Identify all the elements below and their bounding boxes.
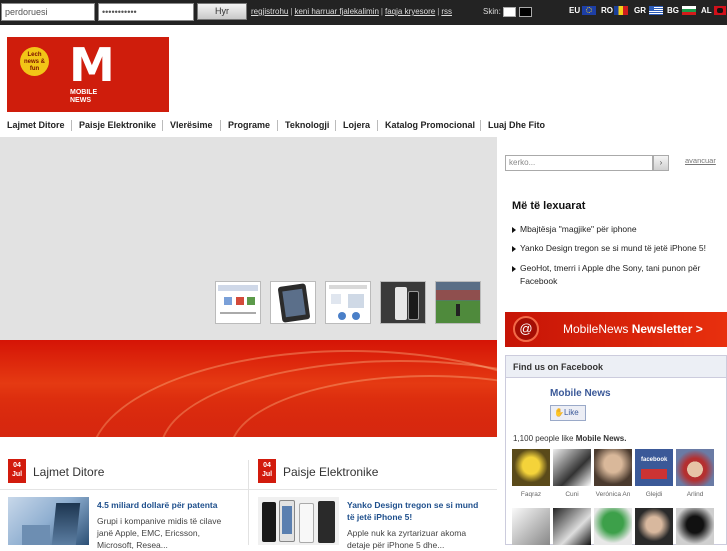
eu-flag-icon[interactable] bbox=[582, 6, 596, 15]
romania-flag-icon[interactable] bbox=[614, 6, 628, 15]
search-button[interactable]: › bbox=[653, 155, 669, 171]
password-field[interactable]: ••••••••••• bbox=[98, 3, 194, 21]
most-read-item[interactable]: Yanko Design tregon se si mund të jetë i… bbox=[512, 242, 727, 255]
fan-avatar[interactable] bbox=[512, 449, 550, 486]
date-badge: 04 Jul bbox=[258, 459, 276, 483]
lang-eu[interactable]: EU bbox=[569, 6, 580, 15]
lang-gr[interactable]: GR bbox=[634, 6, 646, 15]
section-title-paisje-elektronike[interactable]: Paisje Elektronike bbox=[283, 465, 378, 479]
logo-mark: M bbox=[69, 38, 115, 92]
article-thumbnail[interactable] bbox=[8, 497, 89, 545]
slider-thumb[interactable] bbox=[325, 281, 371, 324]
article-headline-cont[interactable]: të jetë iPhone 5! bbox=[347, 511, 412, 523]
nav-item-lajmet-ditore[interactable]: Lajmet Ditore bbox=[7, 120, 65, 130]
date-badge: 04 Jul bbox=[8, 459, 26, 483]
fan-avatar[interactable] bbox=[553, 449, 591, 486]
nav-item-teknologji[interactable]: Teknologji bbox=[285, 120, 329, 130]
fan-avatar[interactable] bbox=[594, 508, 632, 545]
slider-thumb[interactable] bbox=[380, 281, 426, 324]
forgot-password-link[interactable]: keni harruar fjalekalimin bbox=[294, 7, 378, 16]
register-link[interactable]: regjistrohu bbox=[251, 7, 288, 16]
article-excerpt-line: Grupi i kompanive midis të cilave bbox=[97, 516, 222, 526]
nav-item-programe[interactable]: Programe bbox=[228, 120, 270, 130]
logo-wordmark: MOBILE NEWS bbox=[70, 89, 98, 104]
nav-item-lojera[interactable]: Lojera bbox=[343, 120, 370, 130]
email-at-icon: @ bbox=[513, 316, 539, 342]
fan-avatar[interactable] bbox=[512, 508, 550, 545]
fan-name[interactable]: Arlind bbox=[675, 491, 715, 498]
newsletter-banner[interactable]: @ MobileNews Newsletter > bbox=[505, 312, 727, 347]
facebook-page-name[interactable]: Mobile News bbox=[550, 388, 611, 399]
promo-banner bbox=[0, 340, 497, 437]
nav-item-paisje-elektronike[interactable]: Paisje Elektronike bbox=[79, 120, 156, 130]
fan-avatar[interactable] bbox=[635, 508, 673, 545]
nav-item-vleresime[interactable]: Vlerësime bbox=[170, 120, 213, 130]
most-read-box: Më të lexuarat Mbajtësja "magjike" për i… bbox=[505, 193, 727, 296]
fan-avatar[interactable] bbox=[676, 508, 714, 545]
article-excerpt-line: janë Apple, EMC, Ericsson, bbox=[97, 528, 200, 538]
facebook-like-button[interactable]: ✋Like bbox=[550, 405, 586, 421]
article-thumbnail[interactable] bbox=[258, 497, 339, 545]
skin-black-swatch[interactable] bbox=[519, 7, 532, 17]
most-read-item[interactable]: GeoHot, tmerri i Apple dhe Sony, tani pu… bbox=[512, 262, 727, 288]
slider-thumb[interactable] bbox=[435, 281, 481, 324]
top-bar: perdoruesi ••••••••••• Hyr regjistrohu | k… bbox=[0, 0, 727, 25]
facebook-like-box: Find us on Facebook Mobile News ✋Like 1,… bbox=[505, 355, 727, 545]
fan-avatar[interactable]: facebook bbox=[635, 449, 673, 486]
facebook-box-header: Find us on Facebook bbox=[506, 356, 726, 378]
page-avatar[interactable] bbox=[513, 386, 543, 418]
albania-flag-icon[interactable] bbox=[714, 6, 726, 15]
thumbs-up-icon: ✋ bbox=[554, 408, 564, 417]
slider-thumb[interactable] bbox=[215, 281, 261, 324]
rss-link[interactable]: rss bbox=[441, 7, 452, 16]
logo-badge: Lech news & fun bbox=[20, 47, 49, 76]
fan-name[interactable]: Faqraz bbox=[511, 491, 551, 498]
article-excerpt-line: Apple nuk ka zyrtarizuar akoma bbox=[347, 528, 467, 538]
newsletter-label: MobileNews Newsletter > bbox=[563, 322, 703, 336]
slider-thumb[interactable] bbox=[270, 281, 316, 324]
lang-ro[interactable]: RO bbox=[601, 6, 613, 15]
search-input[interactable]: kerko... bbox=[505, 155, 653, 171]
username-field[interactable]: perdoruesi bbox=[1, 3, 95, 21]
most-read-title: Më të lexuarat bbox=[512, 200, 586, 212]
lang-al[interactable]: AL bbox=[701, 6, 712, 15]
site-logo[interactable]: Lech news & fun M MOBILE NEWS bbox=[7, 37, 169, 112]
homepage-link[interactable]: faqja kryesore bbox=[385, 7, 435, 16]
most-read-item[interactable]: Mbajtësja "magjike" për iphone bbox=[512, 223, 727, 236]
skin-label: Skin: bbox=[483, 7, 501, 16]
article-headline[interactable]: 4.5 miliard dollarë për patenta bbox=[97, 499, 217, 511]
article-excerpt-line: Microsoft, Resea... bbox=[97, 540, 168, 550]
nav-item-luaj-dhe-fito[interactable]: Luaj Dhe Fito bbox=[488, 120, 545, 130]
fan-avatar[interactable] bbox=[594, 449, 632, 486]
login-button[interactable]: Hyr bbox=[197, 3, 247, 20]
article-excerpt-line: detaje për iPhone 5 dhe... bbox=[347, 540, 445, 550]
fan-name[interactable]: Glejdi bbox=[634, 491, 674, 498]
bulgaria-flag-icon[interactable] bbox=[682, 6, 696, 15]
facebook-fan-count: 1,100 people like Mobile News. bbox=[513, 434, 627, 443]
nav-item-katalog-promocional[interactable]: Katalog Promocional bbox=[385, 120, 475, 130]
top-links: regjistrohu | keni harruar fjalekalimin | fa… bbox=[251, 7, 452, 16]
main-nav: Lajmet Ditore Paisje Elektronike Vlerësi… bbox=[0, 115, 727, 135]
greece-flag-icon[interactable] bbox=[649, 6, 663, 15]
article-headline[interactable]: Yanko Design tregon se si mund bbox=[347, 499, 478, 511]
fan-name[interactable]: Verónica An bbox=[593, 491, 633, 498]
lang-bg[interactable]: BG bbox=[667, 6, 679, 15]
skin-white-swatch[interactable] bbox=[503, 7, 516, 17]
fan-avatar[interactable] bbox=[553, 508, 591, 545]
fan-name[interactable]: Cuni bbox=[552, 491, 592, 498]
section-title-lajmet-ditore[interactable]: Lajmet Ditore bbox=[33, 465, 104, 479]
advanced-search-link[interactable]: avancuar bbox=[685, 156, 716, 165]
fan-avatar[interactable] bbox=[676, 449, 714, 486]
